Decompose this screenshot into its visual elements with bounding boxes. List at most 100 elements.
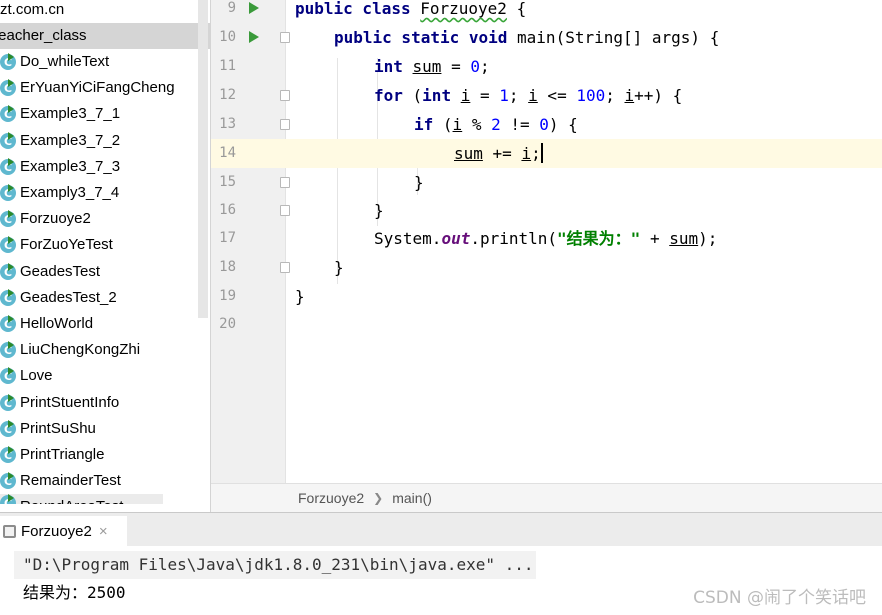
code-text: } [334,253,344,282]
code-line-10[interactable]: 10 public static void main(String[] args… [211,23,882,52]
fold-marker-icon[interactable] [280,119,290,130]
code-token: main(String[] args) { [517,28,720,47]
run-tab[interactable]: Forzuoye2 × [0,516,127,547]
code-editor[interactable]: 9 public class Forzuoye2 { 10 public sta… [211,0,882,512]
code-line-14[interactable]: 14 sum += i; [211,139,882,168]
tree-item-class[interactable]: C PrintSuShu [0,416,210,442]
code-token: + [640,229,670,248]
code-token: = [470,86,500,105]
java-class-icon: C [0,289,18,307]
tree-item-class[interactable]: C GeadesTest_2 [0,285,210,311]
java-class-icon: C [0,394,18,412]
breadcrumb-item-class[interactable]: Forzuoye2 [298,490,364,506]
line-number: 17 [219,230,236,246]
tree-item-class[interactable]: C ForZuoYeTest [0,232,210,258]
close-icon[interactable]: × [99,523,108,540]
line-number: 14 [219,145,236,161]
run-config-icon [3,525,16,538]
number-literal: 100 [576,86,606,105]
code-line-12[interactable]: 12 for (int i = 1; i <= 100; i++) { [211,81,882,110]
tree-item-class[interactable]: C ErYuanYiCiFangCheng [0,75,210,101]
fold-marker-icon[interactable] [280,90,290,101]
code-token: += [482,144,522,163]
tree-item-package[interactable]: teacher_class [0,23,210,49]
tree-item-class[interactable]: C Example3_7_1 [0,101,210,127]
run-gutter-icon[interactable] [249,31,259,43]
runnable-badge-icon [8,472,14,480]
code-token: ; [605,86,625,105]
java-class-icon: C [0,105,18,123]
runnable-badge-icon [8,494,14,502]
tree-item-class[interactable]: C GeadesTest [0,259,210,285]
tree-item-label: zt.com.cn [0,1,65,18]
variable: sum [412,57,442,76]
tree-item-class[interactable]: C HelloWorld [0,311,210,337]
keyword: public class [295,0,421,18]
code-token: <= [537,86,577,105]
keyword: if [414,115,443,134]
code-token: ) { [548,115,578,134]
run-gutter-icon[interactable] [249,2,259,14]
tree-item-path[interactable]: zt.com.cn [0,0,210,23]
tree-item-class[interactable]: C Examply3_7_4 [0,180,210,206]
code-line-11[interactable]: 11 int sum = 0; [211,52,882,81]
runnable-badge-icon [8,158,14,166]
code-line-19[interactable]: 19 } [211,282,882,311]
tree-item-class[interactable]: C LiuChengKongZhi [0,337,210,363]
java-class-icon: C [0,341,18,359]
tree-item-label: ErYuanYiCiFangCheng [20,79,175,96]
tree-item-class[interactable]: C PrintTriangle [0,442,210,468]
chevron-right-icon: ❯ [373,491,384,505]
project-scrollbar[interactable] [198,0,208,318]
code-line-13[interactable]: 13 if (i % 2 != 0) { [211,110,882,139]
watermark: CSDN @闹了个笑话吧 [693,588,866,608]
tree-item-class[interactable]: C Love [0,363,210,389]
breadcrumb-item-method[interactable]: main() [392,490,432,506]
variable: i [460,86,471,105]
java-class-icon: C [0,494,18,504]
tree-item-class[interactable]: C RemainderTest [0,468,210,494]
java-class-icon: C [0,132,18,150]
line-number: 15 [219,174,236,190]
variable: i [624,86,635,105]
code-line-16[interactable]: 16 } [211,196,882,225]
code-token: { [506,0,527,18]
line-number: 9 [227,0,236,16]
tree-item-label: RoundAreaTest [20,494,123,504]
tree-item-label: GeadesTest [20,263,101,280]
code-line-9[interactable]: 9 public class Forzuoye2 { [211,0,882,23]
project-tree-panel: zt.com.cn teacher_class C Do_whileText C Er… [0,0,211,512]
java-class-icon: C [0,446,18,464]
tree-item-class[interactable]: C Do_whileText [0,49,210,75]
runnable-badge-icon [8,105,14,113]
tree-item-class[interactable]: C Example3_7_2 [0,128,210,154]
tree-item-class[interactable]: CRoundAreaTest [0,494,163,504]
java-class-icon: C [0,53,18,71]
code-line-15[interactable]: 15 } [211,168,882,197]
tree-item-class[interactable]: C Forzuoye2 [0,206,210,232]
keyword: public static void [334,28,518,47]
fold-marker-icon[interactable] [280,262,290,273]
tree-item-class[interactable]: C PrintStuentInfo [0,390,210,416]
fold-marker-icon[interactable] [280,205,290,216]
code-text: int sum = 0; [374,52,490,81]
code-token: System. [374,229,442,248]
code-line-18[interactable]: 18 } [211,253,882,282]
tree-item-label: HelloWorld [20,315,94,332]
fold-marker-icon[interactable] [280,32,290,43]
java-class-icon: C [0,472,18,490]
code-line-20[interactable]: 20 [211,310,882,339]
tree-item-label: teacher_class [0,27,87,44]
runnable-badge-icon [8,341,14,349]
code-token: = [441,57,471,76]
runnable-badge-icon [8,132,14,140]
code-token: ; [531,144,541,163]
tree-item-label: PrintTriangle [20,446,105,463]
code-token: } [334,258,344,277]
code-line-17[interactable]: 17 System.out.println("结果为：" + sum); [211,224,882,253]
fold-marker-icon[interactable] [280,177,290,188]
runnable-badge-icon [8,446,14,454]
tree-item-class[interactable]: C Example3_7_3 [0,154,210,180]
console-command-line: "D:\Program Files\Java\jdk1.8.0_231\bin\… [14,551,536,579]
runnable-badge-icon [8,367,14,375]
